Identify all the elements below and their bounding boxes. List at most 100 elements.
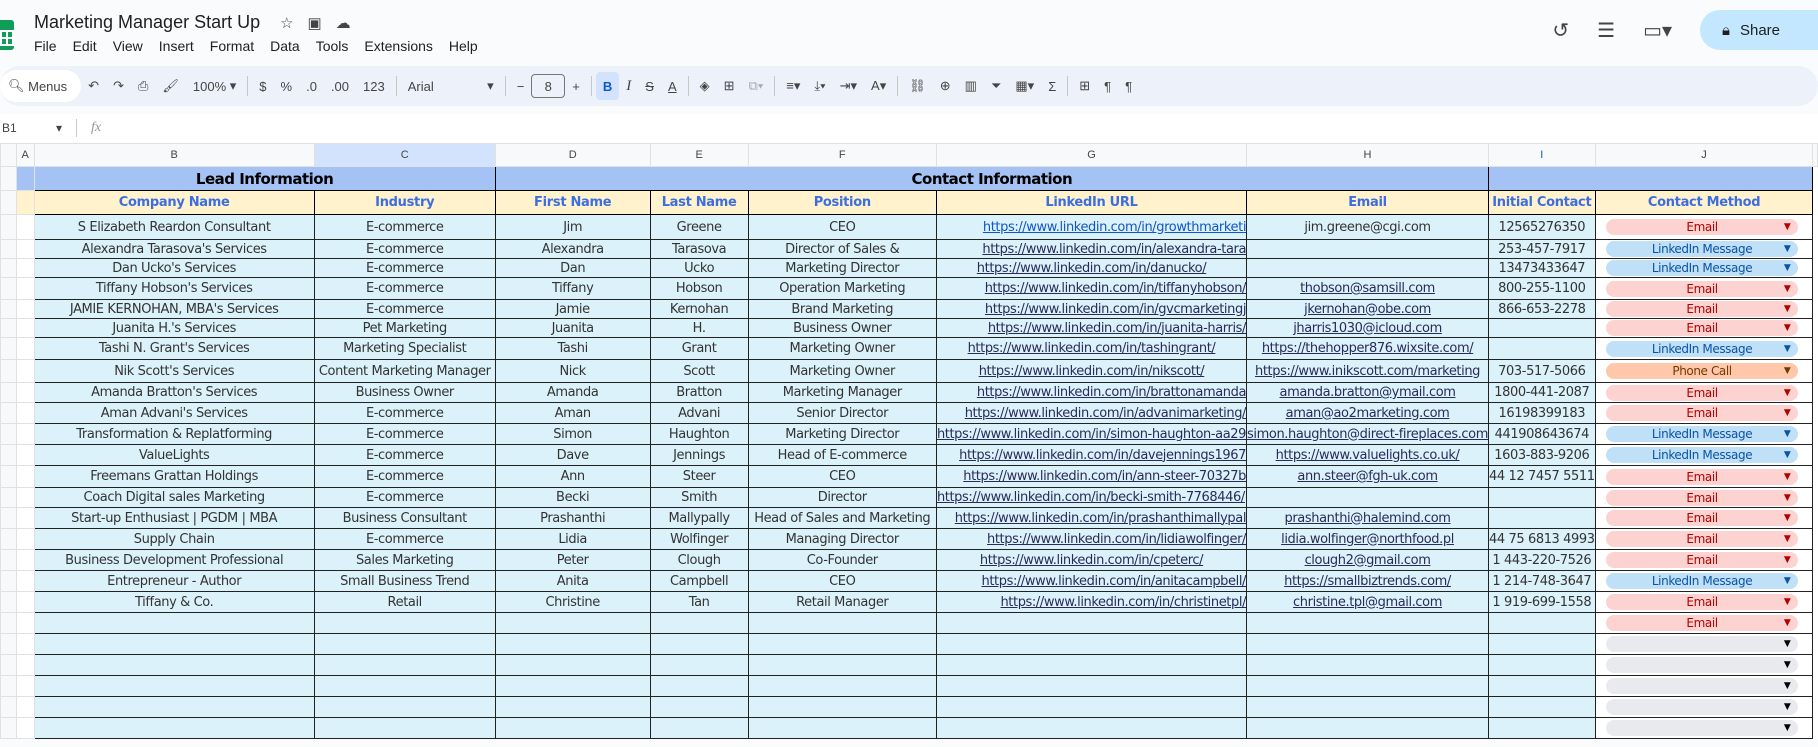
contact-method-dropdown[interactable]: Email ▼ (1605, 531, 1799, 547)
cell-industry[interactable] (313, 633, 496, 655)
cell-linkedin-url[interactable] (935, 696, 1248, 718)
cell-industry[interactable]: Pet Marketing (313, 318, 496, 338)
header-first-name[interactable]: First Name (494, 190, 651, 215)
cell-last-name[interactable]: Scott (649, 359, 749, 383)
cell-position[interactable]: Head of Sales and Marketing (747, 507, 937, 529)
print-icon[interactable]: ⎙ (131, 72, 155, 100)
increase-decimal-button[interactable]: .00 (324, 72, 356, 100)
cell-initial-contact[interactable]: 44 75 6813 4993 (1488, 528, 1596, 550)
menu-data[interactable]: Data (270, 38, 300, 54)
cell-link[interactable]: ann.steer@fgh-uk.com (1297, 469, 1438, 484)
row-header[interactable] (0, 359, 17, 383)
contact-method-dropdown[interactable]: LinkedIn Message ▼ (1605, 573, 1799, 589)
cell-last-name[interactable]: Campbell (649, 570, 749, 592)
cell-last-name[interactable]: Ucko (649, 258, 749, 278)
cell-company[interactable]: Tashi N. Grant's Services (33, 337, 315, 360)
cell-company[interactable]: Juanita H.'s Services (33, 318, 315, 338)
row-header[interactable] (0, 382, 17, 403)
move-folder-icon[interactable]: ▣ (307, 14, 321, 32)
cell-link[interactable]: https://www.linkedin.com/in/tashingrant/ (968, 341, 1216, 356)
row-header[interactable] (0, 423, 17, 445)
cell-linkedin-url[interactable]: https://www.linkedin.com/in/christinetpl… (935, 591, 1248, 613)
cell-first-name[interactable] (494, 633, 651, 655)
cell-position[interactable]: CEO (747, 570, 937, 592)
contact-method-dropdown[interactable]: Email ▼ (1605, 219, 1799, 235)
cell-link[interactable]: https://www.linkedin.com/in/cpeterc/ (980, 553, 1204, 568)
menu-view[interactable]: View (113, 38, 143, 54)
menu-tools[interactable]: Tools (316, 38, 349, 54)
text-rotation-icon[interactable]: A▾ (864, 72, 893, 100)
cell-a[interactable] (15, 299, 35, 319)
cell-company[interactable]: JAMIE KERNOHAN, MBA's Services (33, 299, 315, 319)
cell-company[interactable]: Nik Scott's Services (33, 359, 315, 383)
cell-position[interactable]: Marketing Manager (747, 382, 937, 403)
align-icon[interactable]: ≡▾ (779, 72, 807, 100)
cell-email[interactable]: lidia.wolfinger@northfood.pl (1246, 528, 1489, 550)
cell-contact-method[interactable]: Email ▼ (1594, 612, 1814, 634)
row-header[interactable] (0, 258, 17, 278)
header-initial-contact[interactable]: Initial Contact (1488, 190, 1596, 215)
cell-industry[interactable] (313, 675, 496, 697)
cell-first-name[interactable]: Christine (494, 591, 651, 613)
contact-method-dropdown[interactable]: Email ▼ (1605, 320, 1799, 336)
row-header[interactable] (0, 528, 17, 550)
cell-email[interactable]: thobson@samsill.com (1246, 277, 1489, 300)
undo-icon[interactable]: ↶ (81, 72, 106, 100)
version-history-icon[interactable]: ↺ (1552, 18, 1569, 43)
column-header-b[interactable]: B (33, 143, 315, 167)
cell-email[interactable] (1246, 239, 1489, 259)
cell-a[interactable] (15, 487, 35, 508)
cell-link[interactable]: https://www.linkedin.com/in/simon-haught… (937, 427, 1245, 442)
cell-first-name[interactable]: Jim (494, 214, 651, 240)
cell-industry[interactable] (313, 654, 496, 676)
cell-initial-contact[interactable]: 253-457-7917 (1488, 239, 1596, 259)
cell-email[interactable]: simon.haughton@direct-fireplaces.com (1246, 423, 1489, 445)
cell-email[interactable] (1246, 654, 1489, 676)
italic-button[interactable]: I (619, 72, 638, 100)
font-size-input[interactable]: 8 (531, 74, 566, 98)
cell-industry[interactable]: Content Marketing Manager (313, 359, 496, 383)
cell-linkedin-url[interactable]: https://www.linkedin.com/in/tiffanyhobso… (935, 277, 1248, 300)
cell-first-name[interactable]: Amanda (494, 382, 651, 403)
cell-contact-method[interactable]: LinkedIn Message ▼ (1594, 337, 1814, 360)
cell-email[interactable]: prashanthi@halemind.com (1246, 507, 1489, 529)
row-header[interactable] (0, 214, 17, 240)
cell-company[interactable]: Transformation & Replatforming (33, 423, 315, 445)
cell-first-name[interactable]: Dan (494, 258, 651, 278)
sheets-logo[interactable] (0, 20, 14, 50)
cell-industry[interactable]: Sales Marketing (313, 549, 496, 571)
cell-linkedin-url[interactable]: https://www.linkedin.com/in/prashanthima… (935, 507, 1248, 529)
cell-company[interactable]: Dan Ucko's Services (33, 258, 315, 278)
cell-link[interactable]: https://www.linkedin.com/in/christinetpl… (1000, 595, 1245, 610)
cell-linkedin-url[interactable]: https://www.linkedin.com/in/brattonamand… (935, 382, 1248, 403)
cell-linkedin-url[interactable]: https://www.linkedin.com/in/lidiawolfing… (935, 528, 1248, 550)
column-header-c[interactable]: C (313, 143, 496, 167)
contact-method-dropdown[interactable]: Email ▼ (1605, 594, 1799, 610)
cell-linkedin-url[interactable]: https://www.linkedin.com/in/simon-haught… (935, 423, 1248, 445)
cell-industry[interactable] (313, 717, 496, 739)
cell-position[interactable]: Operation Marketing (747, 277, 937, 300)
cell-initial-contact[interactable] (1488, 612, 1596, 634)
cell-linkedin-url[interactable]: https://www.linkedin.com/in/ann-steer-70… (935, 465, 1248, 488)
cell-position[interactable] (747, 675, 937, 697)
cell-linkedin-url[interactable]: https://www.linkedin.com/in/juanita-harr… (935, 318, 1248, 338)
cell-initial-contact[interactable]: 1603-883-9206 (1488, 444, 1596, 466)
cell-industry[interactable] (313, 612, 496, 634)
cell-first-name[interactable]: Anita (494, 570, 651, 592)
text-color-icon[interactable]: A (661, 72, 684, 100)
row-header[interactable] (0, 570, 17, 592)
column-header-e[interactable]: E (649, 143, 749, 167)
cell-a[interactable] (15, 239, 35, 259)
cell-position[interactable]: Retail Manager (747, 591, 937, 613)
comment-icon[interactable]: ⊕ (933, 72, 958, 100)
cell-a[interactable] (15, 654, 35, 676)
cell-contact-method[interactable]: Email ▼ (1594, 277, 1814, 300)
cell-first-name[interactable]: Alexandra (494, 239, 651, 259)
cell-email[interactable] (1246, 675, 1489, 697)
cell-link[interactable]: amanda.bratton@ymail.com (1280, 385, 1456, 400)
strikethrough-icon[interactable]: S (638, 72, 661, 100)
name-box[interactable]: B1 ▾ (0, 121, 62, 135)
cell-email[interactable]: jkernohan@obe.com (1246, 299, 1489, 319)
more-formats-button[interactable]: 123 (356, 72, 392, 100)
cell-contact-method[interactable]: Email ▼ (1594, 487, 1814, 508)
